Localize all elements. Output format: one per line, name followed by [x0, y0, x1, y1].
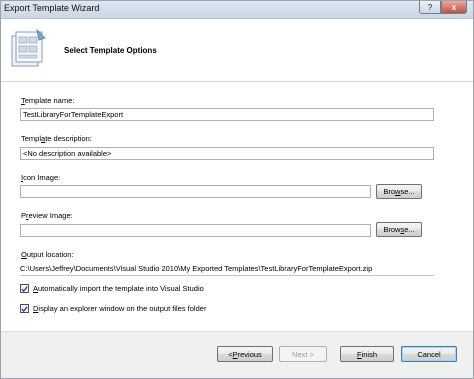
open-explorer-checkbox[interactable]	[20, 304, 29, 313]
previous-button[interactable]: < Previous	[217, 346, 273, 362]
title-buttons: ? x	[419, 1, 467, 15]
icon-browse-button[interactable]: Bro w se...	[376, 184, 422, 199]
checkmark-icon	[21, 305, 28, 312]
preview-browse-button[interactable]: Brow s e...	[376, 222, 422, 237]
auto-import-option[interactable]: Automatically import the template into V…	[20, 283, 204, 294]
auto-import-checkbox[interactable]	[20, 284, 29, 293]
wizard-header: Select Template Options	[1, 20, 473, 82]
template-description-input[interactable]: <No description available>	[20, 147, 434, 160]
auto-import-label: Automatically import the template into V…	[33, 284, 204, 293]
icon-image-input[interactable]	[20, 185, 371, 198]
output-location-path: C:\Users\Jeffrey\Documents\Visual Studio…	[20, 264, 373, 273]
finish-button[interactable]: Finish	[340, 346, 394, 362]
output-location-label: Output location:	[21, 250, 74, 259]
wizard-template-icon	[11, 28, 46, 67]
template-name-input[interactable]: TestLibraryForTemplateExport	[20, 108, 434, 121]
title-bar: Export Template Wizard ? x	[1, 1, 473, 19]
template-description-label: Template description:	[21, 134, 92, 143]
help-button[interactable]: ?	[419, 1, 441, 14]
open-explorer-option[interactable]: Display an explorer window on the output…	[20, 303, 206, 314]
checkmark-icon	[21, 285, 28, 292]
preview-image-label: Preview Image:	[21, 211, 73, 220]
preview-image-input[interactable]	[20, 224, 371, 237]
close-button[interactable]: x	[441, 1, 467, 14]
next-button[interactable]: Next >	[279, 346, 327, 362]
header-title: Select Template Options	[64, 46, 157, 55]
open-explorer-label: Display an explorer window on the output…	[33, 304, 207, 313]
cancel-button[interactable]: Cancel	[401, 346, 457, 362]
window-title: Export Template Wizard	[4, 3, 100, 13]
wizard-footer: < Previous Next > Finish Cancel	[1, 332, 473, 378]
export-template-wizard-window: Export Template Wizard ? x Select Templa…	[0, 0, 474, 379]
output-location-divider	[20, 275, 434, 276]
icon-image-label: Icon Image:	[21, 173, 61, 182]
template-name-label: Template name:	[21, 96, 75, 105]
